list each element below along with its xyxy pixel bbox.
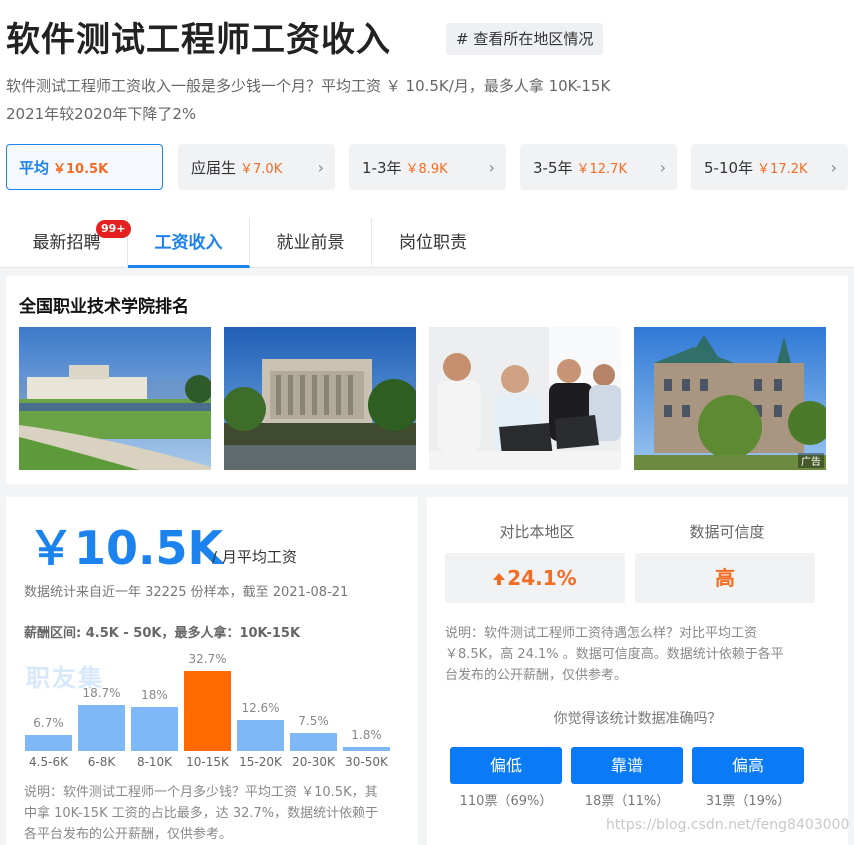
chart-category-label: 6-8K [87,755,116,769]
chart-bar [343,747,390,751]
summary-text: 软件测试工程师工资收入一般是多少钱一个月？平均工资 ￥ 10.5K/月，最多人拿… [6,72,610,128]
salary-unit: / 月平均工资 [212,548,297,566]
vote-low-count: 110票（69%） [459,794,553,809]
school-photo-classroom[interactable] [429,327,621,470]
sample-note: 数据统计来自近一年 32225 份样本，截至 2021-08-21 [24,585,349,600]
compare-region-value: 24.1% [445,553,625,603]
chart-bar [237,720,284,751]
chart-data-label: 32.7% [188,652,227,666]
chart-category-label: 15-20K [239,755,282,769]
chart-category-label: 8-10K [136,755,173,769]
chevron-right-icon: › [659,158,666,177]
summary-line: 软件测试工程师工资收入一般是多少钱一个月？平均工资 ￥ 10.5K/月，最多人拿… [6,77,611,95]
chevron-right-icon: › [317,158,324,177]
vote-high-button[interactable]: 偏高 [692,747,804,784]
schools-card: 全国职业技术学院排名 广告 [6,276,848,484]
compare-region-heading: 对比本地区 [499,523,575,541]
ad-tag: 广告 [798,453,824,468]
explanation-line: 说明：软件测试工程师一个月多少钱？平均工资 ￥10.5K，其 [24,785,378,800]
exp-tab-label: 5-10年 [704,159,754,177]
credibility-value: 高 [635,553,815,603]
chart-bar [184,671,231,751]
vote-low-button[interactable]: 偏低 [450,747,562,784]
csdn-watermark: https://blog.csdn.net/feng8403000 [606,817,850,833]
summary-line: 2021年较2020年下降了2% [6,105,197,123]
credibility-heading: 数据可信度 [689,523,765,541]
exp-tab-5-10-years[interactable]: 5-10年 ￥17.2K › [691,144,848,190]
exp-tab-value: ￥7.0K [240,162,283,177]
schools-title: 全国职业技术学院排名 [19,297,189,317]
chart-data-label: 7.5% [298,714,329,728]
exp-tab-value: ￥12.7K [576,162,627,177]
chart-data-label: 6.7% [33,716,64,730]
chevron-right-icon: › [488,158,495,177]
explanation-line: ￥8.5K，高 24.1% 。数据可信度高。数据统计依赖于各平 [445,647,784,662]
exp-tab-average[interactable]: 平均 ￥10.5K [6,144,163,190]
chart-bar [25,735,72,751]
exp-tab-3-5-years[interactable]: 3-5年 ￥12.7K › [520,144,677,190]
tab-prospects[interactable]: 就业前景 [250,218,372,268]
exp-tab-label: 应届生 [191,159,237,177]
chart-bar [290,733,337,751]
arrow-up-icon [493,573,506,585]
page-title: 软件测试工程师工资收入 [6,20,391,60]
salary-range-note: 薪酬区间: 4.5K - 50K，最多人拿：10K-15K [24,626,301,641]
exp-tab-label: 1-3年 [362,159,402,177]
exp-tab-graduate[interactable]: 应届生 ￥7.0K › [178,144,335,190]
chart-data-label: 1.8% [351,728,382,742]
chart-data-label: 18.7% [82,686,121,700]
exp-tab-value: ￥17.2K [757,162,808,177]
chart-bar [78,705,125,751]
vote-accurate-count: 18票（11%） [584,794,670,809]
region-filter-button[interactable]: # 查看所在地区情况 [446,23,604,55]
chart-category-label: 10-15K [186,755,229,769]
school-photo-castle[interactable]: 广告 [634,327,826,470]
exp-tab-label: 平均 [19,159,50,177]
chart-category-label: 20-30K [292,755,335,769]
average-salary: ￥10.5K [28,521,224,575]
chart-category-label: 4.5-6K [29,755,68,769]
chart-category-label: 30-50K [345,755,388,769]
accuracy-question: 你觉得该统计数据准确吗？ [553,711,722,727]
chart-data-label: 12.6% [241,701,280,715]
vote-accurate-button[interactable]: 靠谱 [571,747,683,784]
chart-bar [131,707,178,751]
exp-tab-1-3-years[interactable]: 1-3年 ￥8.9K › [349,144,506,190]
compare-percent: 24.1% [507,566,577,590]
compare-explanation: 说明：软件测试工程师工资待遇怎么样？对比平均工资 ￥8.5K，高 24.1% 。… [445,623,784,686]
tab-duties[interactable]: 岗位职责 [372,218,494,268]
salary-explanation: 说明：软件测试工程师一个月多少钱？平均工资 ￥10.5K，其 中拿 10K-15… [24,782,378,845]
exp-tab-label: 3-5年 [533,159,573,177]
chart-data-label: 18% [141,688,168,702]
school-photo-palace[interactable] [19,327,211,470]
explanation-line: 中拿 10K-15K 工资的占比最多，达 32.7%，数据统计依赖于 [24,806,379,821]
school-photo-building[interactable] [224,327,416,470]
explanation-line: 各平台发布的公开薪酬，仅供参考。 [24,827,233,842]
explanation-line: 台发布的公开薪酬，仅供参考。 [445,668,628,683]
chevron-right-icon: › [830,158,837,177]
exp-tab-value: ￥10.5K [53,162,109,177]
vote-high-count: 31票（19%） [705,794,791,809]
exp-tab-value: ￥8.9K [405,162,448,177]
explanation-line: 说明：软件测试工程师工资待遇怎么样？对比平均工资 [445,626,758,641]
new-jobs-badge: 99+ [96,220,131,238]
tab-salary[interactable]: 工资收入 [128,218,250,268]
